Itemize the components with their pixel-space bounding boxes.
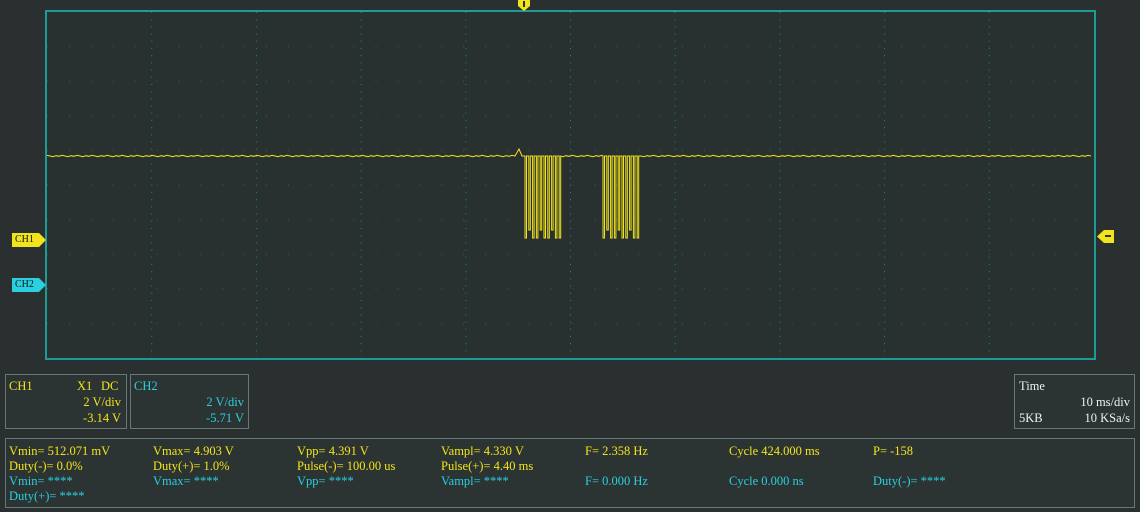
waveform-display[interactable] — [45, 10, 1096, 360]
ch2-offset: -5.71 V — [206, 411, 244, 425]
ch2-vpp: Vpp= **** — [297, 474, 354, 488]
ch1-offset: -3.14 V — [83, 411, 121, 425]
ch1-pulse-negative: Pulse(-)= 100.00 us — [297, 459, 396, 473]
ch2-level-marker[interactable]: CH2 — [12, 278, 46, 292]
ch2-vmax: Vmax= **** — [153, 474, 219, 488]
ch2-duty-negative: Duty(-)= **** — [873, 474, 946, 488]
ch1-level-marker[interactable]: CH1 — [12, 233, 46, 247]
sample-rate: 10 KSa/s — [1084, 411, 1131, 425]
ch1-scale: 2 V/div — [83, 395, 121, 409]
ch2-duty-positive: Duty(+)= **** — [9, 489, 85, 503]
ch1-marker-label: CH1 — [15, 234, 34, 245]
ch2-cycle: Cycle 0.000 ns — [729, 474, 804, 488]
ch2-vampl: Vampl= **** — [441, 474, 509, 488]
ch2-settings-panel[interactable]: CH2 2 V/div -5.71 V — [130, 374, 249, 429]
ch1-vampl: Vampl= 4.330 V — [441, 444, 524, 458]
ch2-marker-label: CH2 — [15, 279, 34, 290]
ch1-settings-panel[interactable]: CH1 X1 DC 2 V/div -3.14 V — [5, 374, 127, 429]
ch2-vmin: Vmin= **** — [9, 474, 73, 488]
ch1-pulse-positive: Pulse(+)= 4.40 ms — [441, 459, 534, 473]
timebase-panel[interactable]: Time 10 ms/div 5KB 10 KSa/s — [1014, 374, 1135, 429]
memory-depth: 5KB — [1019, 411, 1043, 425]
ch1-cycle: Cycle 424.000 ms — [729, 444, 820, 458]
ch2-panel-title: CH2 — [134, 379, 158, 393]
trigger-level-marker[interactable] — [1097, 230, 1114, 243]
time-panel-title: Time — [1019, 379, 1045, 393]
ch1-coupling: DC — [101, 379, 119, 393]
ch1-vmax: Vmax= 4.903 V — [153, 444, 234, 458]
ch2-scale: 2 V/div — [206, 395, 244, 409]
timebase-value: 10 ms/div — [1080, 395, 1130, 409]
ch2-frequency: F= 0.000 Hz — [585, 474, 648, 488]
ch1-panel-title: CH1 — [9, 379, 33, 393]
ch1-waveform-trace — [47, 147, 1092, 239]
measurements-panel: Vmin= 512.071 mV Vmax= 4.903 V Vpp= 4.39… — [5, 438, 1135, 508]
ch1-duty-positive: Duty(+)= 1.0% — [153, 459, 230, 473]
ch1-frequency: F= 2.358 Hz — [585, 444, 648, 458]
ch1-vmin: Vmin= 512.071 mV — [9, 444, 111, 458]
ch1-pulse-count: P= -158 — [873, 444, 914, 458]
ch1-duty-negative: Duty(-)= 0.0% — [9, 459, 83, 473]
ch1-vpp: Vpp= 4.391 V — [297, 444, 369, 458]
ch1-probe: X1 — [77, 379, 93, 393]
